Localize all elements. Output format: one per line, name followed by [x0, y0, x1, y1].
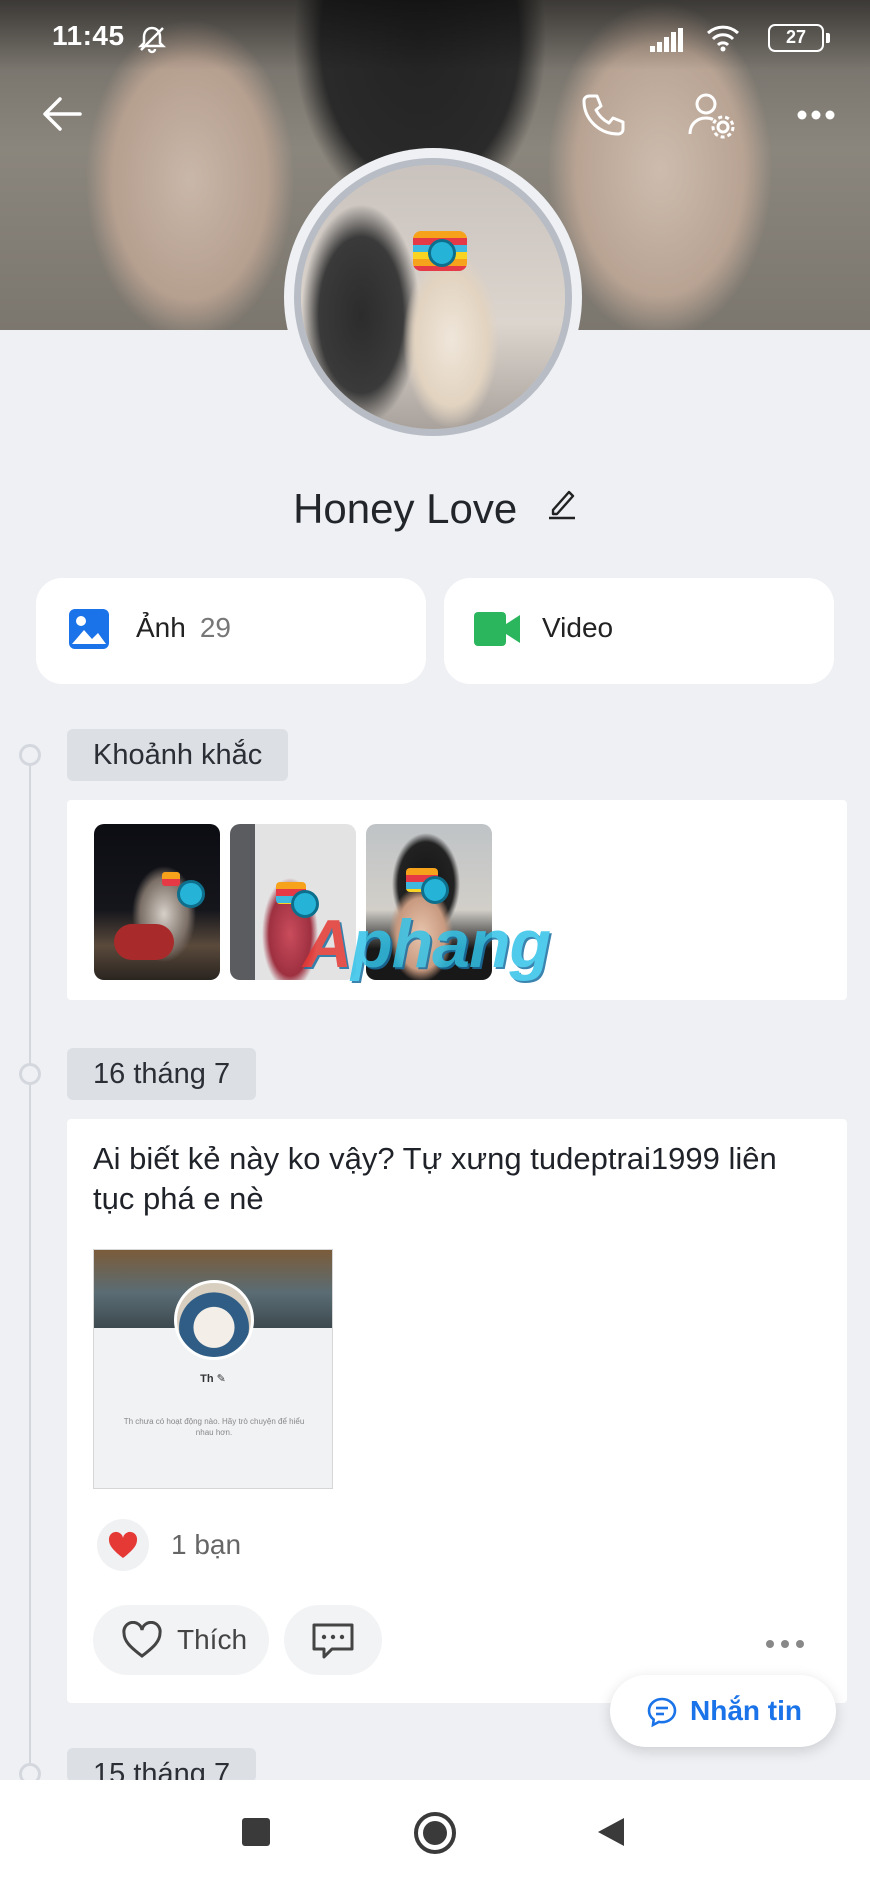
video-card[interactable]: Video [444, 578, 834, 684]
message-button-label: Nhắn tin [690, 1695, 802, 1726]
comment-button[interactable] [284, 1605, 382, 1675]
bell-off-icon [137, 26, 167, 54]
camera-sticker-icon [276, 882, 319, 918]
comment-icon [312, 1623, 354, 1659]
wifi-icon [706, 25, 740, 52]
video-camera-icon [474, 612, 520, 646]
reaction-badge[interactable] [97, 1519, 149, 1571]
back-triangle-icon[interactable] [596, 1816, 626, 1848]
timeline-line [29, 752, 31, 1782]
heart-icon [108, 1531, 138, 1558]
photos-card[interactable]: Ảnh 29 [36, 578, 426, 684]
message-button[interactable]: Nhắn tin [610, 1675, 836, 1747]
chat-bubble-icon [647, 1697, 677, 1728]
camera-sticker-icon [406, 868, 449, 904]
timeline-dot [19, 1063, 41, 1085]
like-button[interactable]: Thích [93, 1605, 269, 1675]
post-image-name: Th ✎ [200, 1373, 226, 1385]
phone-icon[interactable] [580, 92, 626, 138]
photo-icon [69, 609, 109, 649]
more-options-icon[interactable] [796, 108, 836, 122]
home-button[interactable] [414, 1812, 456, 1854]
timeline-dot [19, 744, 41, 766]
recents-button[interactable] [242, 1818, 270, 1846]
avatar-photo [301, 165, 565, 429]
heart-outline-icon [122, 1621, 162, 1658]
camera-sticker-icon [162, 872, 205, 908]
like-label: Thích [177, 1624, 248, 1655]
video-label: Video [542, 612, 614, 643]
photos-count: 29 [199, 612, 231, 643]
post-more-icon[interactable] [765, 1639, 805, 1649]
watermark: Aphang [303, 906, 551, 982]
photos-label: Ảnh 29 [136, 612, 231, 643]
reaction-count[interactable]: 1 bạn [171, 1529, 241, 1561]
status-time: 11:45 [52, 20, 125, 51]
post-date-label: 16 tháng 7 [67, 1048, 257, 1100]
profile-name: Honey Love [293, 484, 518, 532]
post-image[interactable]: Th ✎ Th chưa có hoạt động nào. Hãy trò c… [93, 1249, 333, 1489]
post-text: Ai biết kẻ này ko vậy? Tự xưng tudeptrai… [93, 1141, 777, 1216]
post-image-note: Th chưa có hoạt động nào. Hãy trò chuyện… [123, 1417, 305, 1437]
battery-indicator: 27 [768, 24, 830, 52]
edit-pencil-icon[interactable] [547, 486, 577, 520]
system-nav-bar [0, 1780, 870, 1884]
camera-sticker-icon [413, 231, 467, 271]
post-image-avatar [174, 1280, 254, 1360]
avatar[interactable] [294, 158, 572, 436]
moment-thumbnail[interactable] [94, 824, 220, 980]
back-arrow-icon[interactable] [40, 94, 84, 134]
user-settings-icon[interactable] [686, 90, 736, 140]
moments-label: Khoảnh khắc [67, 729, 289, 781]
next-date-label: 15 tháng 7 [67, 1748, 257, 1782]
profile-name-row: Honey Love [0, 482, 870, 533]
status-bar: 11:45 27 [0, 0, 870, 70]
post-card: Ai biết kẻ này ko vậy? Tự xưng tudeptrai… [67, 1119, 847, 1703]
signal-icon [650, 28, 683, 52]
